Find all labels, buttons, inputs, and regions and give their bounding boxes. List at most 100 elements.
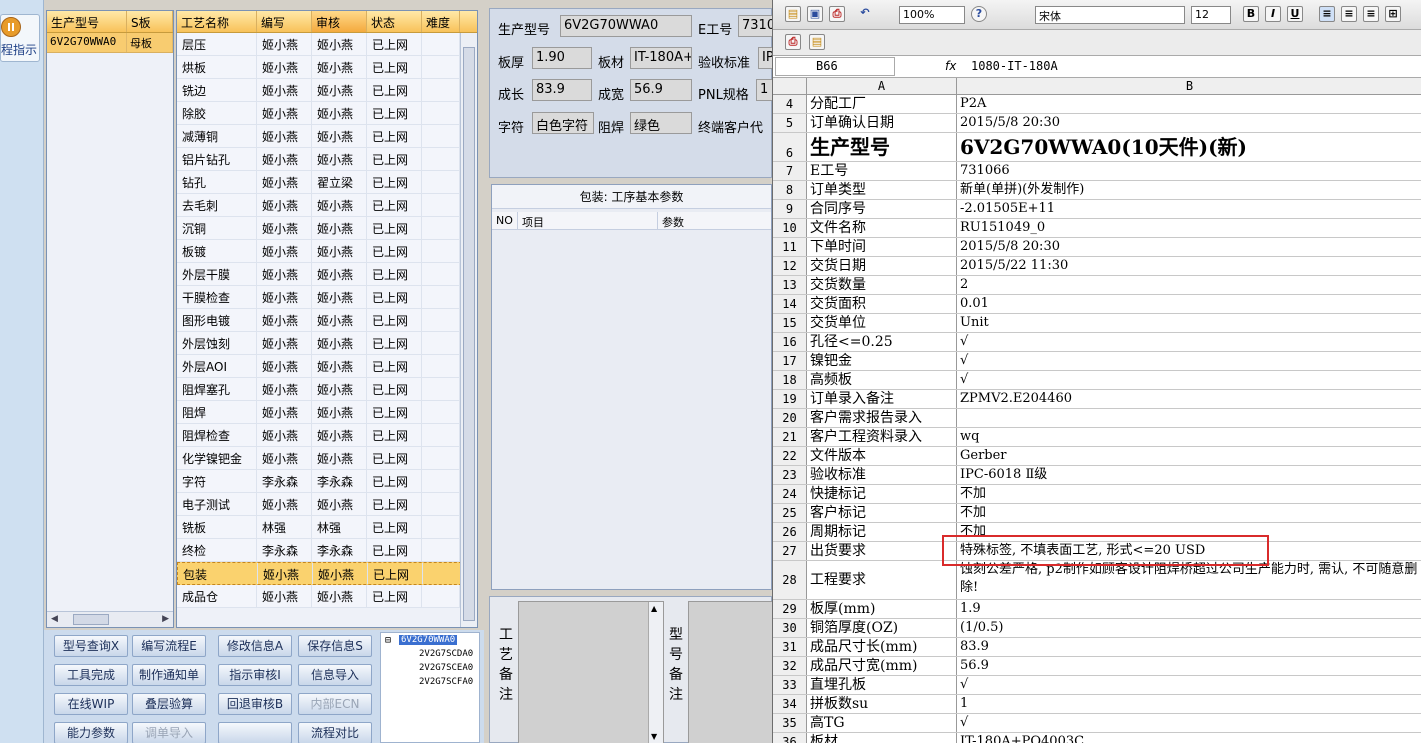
cell-a[interactable]: 客户标记 [807,504,957,522]
row-number[interactable]: 35 [773,714,807,732]
row-number[interactable]: 26 [773,523,807,541]
cell-a[interactable]: 出货要求 [807,542,957,560]
model-grid-hscroll[interactable]: ◀ ▶ [47,611,173,627]
tree-child[interactable]: 2V2G7SCDA0 [419,649,473,659]
cell-a[interactable]: 直埋孔板 [807,676,957,694]
process-row[interactable]: 外层干膜 姬小燕 姬小燕 已上网 [177,263,477,286]
row-number[interactable]: 24 [773,485,807,503]
corner-cell[interactable] [773,78,807,94]
row-number[interactable]: 9 [773,200,807,218]
cell-b[interactable]: √ [957,352,1421,370]
open-icon[interactable]: ▤ [785,6,801,22]
process-row[interactable]: 去毛刺 姬小燕 姬小燕 已上网 [177,194,477,217]
fx-icon[interactable]: fx [945,59,956,73]
process-row[interactable]: 烘板 姬小燕 姬小燕 已上网 [177,56,477,79]
cell-b[interactable] [957,409,1421,427]
col-header-process[interactable]: 工艺名称 [177,11,257,32]
action-button[interactable]: 指示审核I [218,664,292,686]
cell-a[interactable]: 成品尺寸长(mm) [807,638,957,656]
process-row[interactable]: 阻焊 姬小燕 姬小燕 已上网 [177,401,477,424]
merge-icon[interactable]: ⊞ [1385,6,1401,22]
action-button[interactable]: 保存信息S [298,635,372,657]
process-row[interactable]: 铝片钻孔 姬小燕 姬小燕 已上网 [177,148,477,171]
process-row[interactable]: 阻焊检查 姬小燕 姬小燕 已上网 [177,424,477,447]
cell-a[interactable]: 合同序号 [807,200,957,218]
font-select[interactable]: 宋体 [1035,6,1185,24]
row-number[interactable]: 7 [773,162,807,180]
cell-b[interactable]: 2015/5/22 11:30 [957,257,1421,275]
pdf-export-icon[interactable]: ⎙ [785,34,801,50]
tree-child[interactable]: 2V2G7SCEA0 [419,663,473,673]
scroll-thumb[interactable] [463,47,475,621]
process-row[interactable]: 板镀 姬小燕 姬小燕 已上网 [177,240,477,263]
align-center-icon[interactable]: ≡ [1341,6,1357,22]
col-param[interactable]: 参数 [658,212,771,229]
pdf-options-icon[interactable]: ▤ [809,34,825,50]
row-number[interactable]: 34 [773,695,807,713]
cell-a[interactable]: 板材 [807,733,957,743]
cell-a[interactable]: 成品尺寸宽(mm) [807,657,957,675]
row-number[interactable]: 12 [773,257,807,275]
row-number[interactable]: 15 [773,314,807,332]
cell-a[interactable]: 客户需求报告录入 [807,409,957,427]
col-header-reviewer[interactable]: 审核 [312,11,367,32]
action-button[interactable]: 流程对比 [298,722,372,743]
tree-child[interactable]: 2V2G7SCFA0 [419,677,473,687]
action-button[interactable]: 型号查询X [54,635,128,657]
tree-root[interactable]: 6V2G70WWA0 [399,635,458,645]
scroll-left-icon[interactable]: ◀ [51,614,58,624]
cell-b[interactable]: 不加 [957,504,1421,522]
cell-b[interactable]: 731066 [957,162,1421,180]
col-no[interactable]: NO [492,212,518,229]
zoom-select[interactable]: 100% [899,6,965,24]
underline-icon[interactable]: U [1287,6,1303,22]
thickness-field[interactable]: 1.90 [532,47,592,69]
row-number[interactable]: 30 [773,619,807,637]
cell-b[interactable]: IPC-6018 Ⅱ级 [957,466,1421,484]
cell-a[interactable]: 镍钯金 [807,352,957,370]
col-item[interactable]: 项目 [518,212,658,229]
process-row[interactable]: 钻孔 姬小燕 翟立梁 已上网 [177,171,477,194]
row-number[interactable]: 16 [773,333,807,351]
action-button[interactable]: 信息导入 [298,664,372,686]
cell-b[interactable]: 新单(单拼)(外发制作) [957,181,1421,199]
cell-b[interactable]: (1/0.5) [957,619,1421,637]
cell-a[interactable]: 拼板数su [807,695,957,713]
row-number[interactable]: 28 [773,561,807,599]
row-number[interactable]: 14 [773,295,807,313]
cell-a[interactable]: E工号 [807,162,957,180]
cell-a[interactable]: 订单录入备注 [807,390,957,408]
row-number[interactable]: 8 [773,181,807,199]
cell-a[interactable]: 文件版本 [807,447,957,465]
italic-icon[interactable]: I [1265,6,1281,22]
cell-a[interactable]: 文件名称 [807,219,957,237]
process-row[interactable]: 铣边 姬小燕 姬小燕 已上网 [177,79,477,102]
process-row[interactable]: 减薄铜 姬小燕 姬小燕 已上网 [177,125,477,148]
cell-b[interactable]: 0.01 [957,295,1421,313]
process-row[interactable]: 阻焊塞孔 姬小燕 姬小燕 已上网 [177,378,477,401]
row-number[interactable]: 4 [773,95,807,113]
cell-b[interactable]: IT-180A+PO4003C [957,733,1421,743]
cell-a[interactable]: 高TG [807,714,957,732]
width-field[interactable]: 56.9 [630,79,692,101]
bold-icon[interactable]: B [1243,6,1259,22]
action-button[interactable]: 能力参数 [54,722,128,743]
cell-b[interactable]: wq [957,428,1421,446]
process-row[interactable]: 除胶 姬小燕 姬小燕 已上网 [177,102,477,125]
cell-a[interactable]: 铜箔厚度(OZ) [807,619,957,637]
cell-a[interactable]: 交货数量 [807,276,957,294]
row-number[interactable]: 29 [773,600,807,618]
process-notes-field[interactable]: ▲ ▼ [518,601,664,743]
process-row[interactable]: 外层AOI 姬小燕 姬小燕 已上网 [177,355,477,378]
cell-b[interactable]: ZPMV2.E204460 [957,390,1421,408]
process-row[interactable]: 铣板 林强 林强 已上网 [177,516,477,539]
row-number[interactable]: 13 [773,276,807,294]
process-row[interactable]: 沉铜 姬小燕 姬小燕 已上网 [177,217,477,240]
cell-b[interactable]: √ [957,333,1421,351]
cell-b[interactable]: P2A [957,95,1421,113]
save-icon[interactable]: ▣ [807,6,823,22]
cell-a[interactable]: 交货面积 [807,295,957,313]
action-button[interactable]: 内部ECN [298,693,372,715]
cell-b[interactable]: Unit [957,314,1421,332]
row-number[interactable]: 25 [773,504,807,522]
